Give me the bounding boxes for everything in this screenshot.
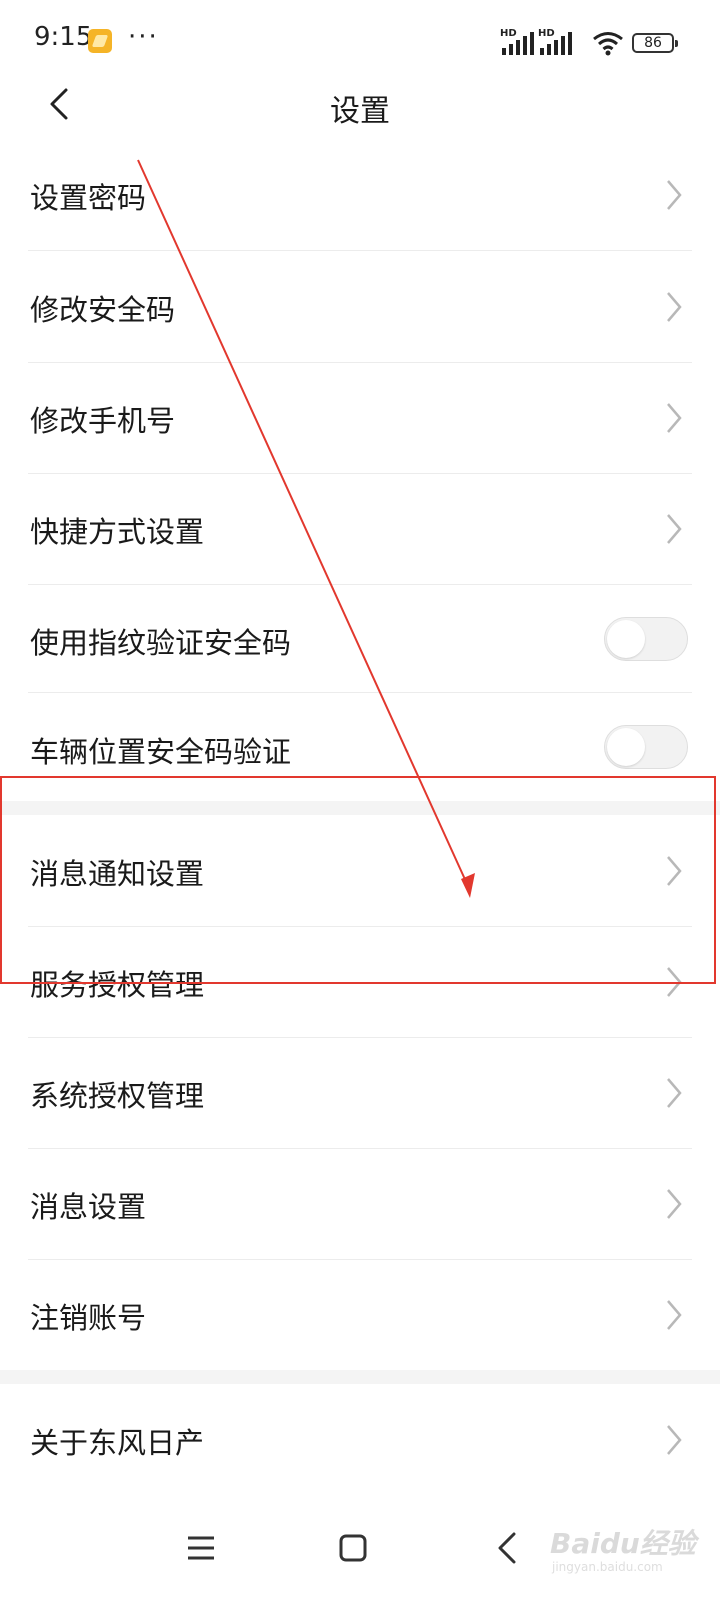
fingerprint-toggle[interactable] <box>604 617 688 661</box>
settings-item-change-security-code[interactable]: 修改安全码 <box>0 251 720 363</box>
settings-item-label: 使用指纹验证安全码 <box>30 626 292 660</box>
vehicle-location-toggle[interactable] <box>604 725 688 769</box>
wifi-icon <box>593 32 623 56</box>
settings-item-label: 快捷方式设置 <box>30 515 205 549</box>
home-icon[interactable] <box>324 1522 384 1578</box>
status-time: 9:15 <box>34 22 93 52</box>
more-notifications-icon: ··· <box>128 22 159 52</box>
status-bar: 9:15 ··· HD HD 86 <box>0 0 720 84</box>
settings-item-label: 系统授权管理 <box>30 1079 205 1113</box>
settings-item-change-phone[interactable]: 修改手机号 <box>0 362 720 474</box>
settings-item-label: 设置密码 <box>30 181 147 215</box>
battery-icon: 86 <box>632 33 678 53</box>
settings-item-fingerprint: 使用指纹验证安全码 <box>0 584 720 693</box>
settings-item-about[interactable]: 关于东风日产 <box>0 1384 720 1496</box>
settings-item-label: 注销账号 <box>30 1301 147 1335</box>
section-gap <box>0 1370 720 1384</box>
settings-item-delete-account[interactable]: 注销账号 <box>0 1259 720 1371</box>
settings-item-label: 关于东风日产 <box>30 1426 205 1460</box>
signal-icon-2 <box>540 32 572 55</box>
back-nav-icon[interactable] <box>478 1522 538 1578</box>
settings-item-message-settings[interactable]: 消息设置 <box>0 1148 720 1260</box>
settings-item-set-password[interactable]: 设置密码 <box>0 139 720 251</box>
settings-item-system-auth[interactable]: 系统授权管理 <box>0 1037 720 1149</box>
chevron-right-icon <box>667 180 682 210</box>
chevron-right-icon <box>667 1425 682 1455</box>
watermark-text: Baidu经验 <box>550 1527 696 1560</box>
menu-icon[interactable] <box>172 1522 232 1578</box>
watermark: Baidu经验 jingyan.baidu.com <box>548 1520 708 1584</box>
chevron-right-icon <box>667 403 682 433</box>
settings-item-label: 修改手机号 <box>30 404 176 438</box>
watermark-url: jingyan.baidu.com <box>552 1560 663 1574</box>
chevron-right-icon <box>667 1189 682 1219</box>
settings-item-label: 车辆位置安全码验证 <box>30 735 292 769</box>
chevron-right-icon <box>667 1078 682 1108</box>
highlight-box <box>0 776 716 984</box>
settings-item-label: 修改安全码 <box>30 293 176 327</box>
chevron-right-icon <box>667 292 682 322</box>
settings-item-label: 消息设置 <box>30 1190 147 1224</box>
page-title: 设置 <box>330 94 390 129</box>
signal-icon <box>502 32 534 55</box>
chevron-right-icon <box>667 514 682 544</box>
notification-app-icon <box>88 29 112 53</box>
chevron-right-icon <box>667 1300 682 1330</box>
settings-item-shortcut[interactable]: 快捷方式设置 <box>0 473 720 585</box>
